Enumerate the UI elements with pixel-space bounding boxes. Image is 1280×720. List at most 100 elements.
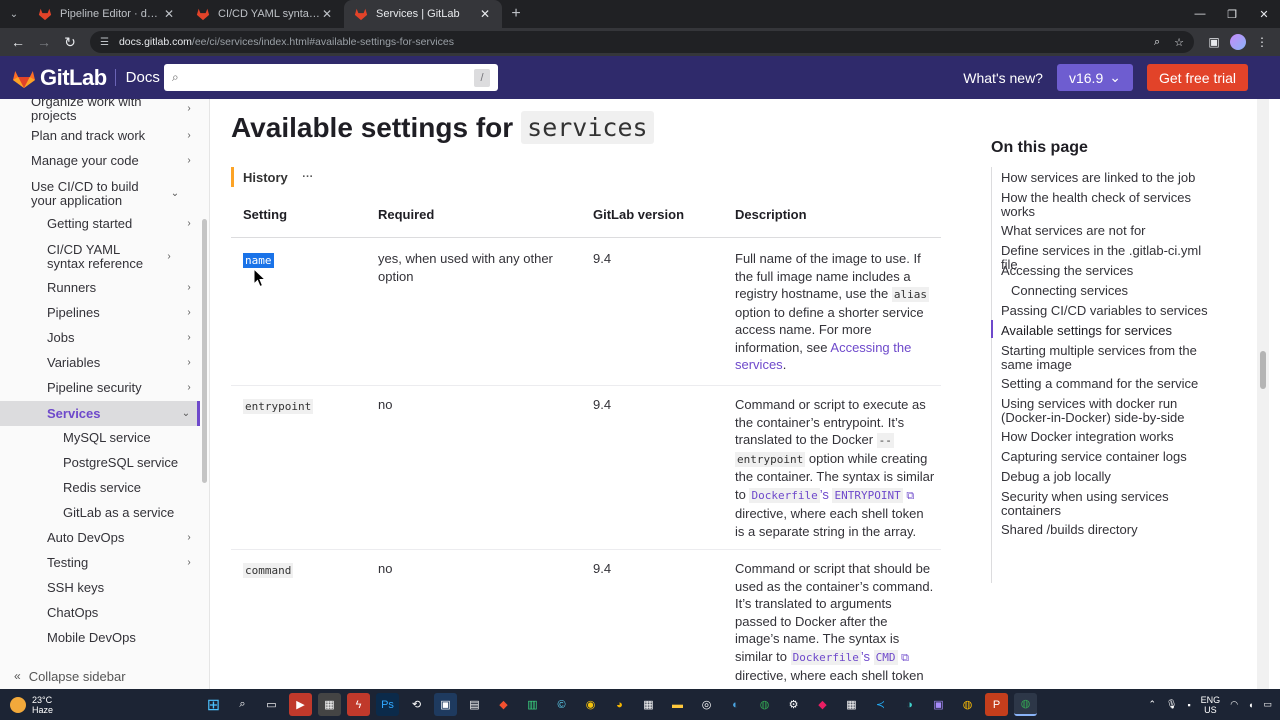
menu-kebab-icon[interactable]: ⋮ — [1250, 30, 1274, 54]
chevron-right-icon[interactable]: › — [178, 331, 200, 345]
wifi-icon[interactable]: ◠ — [1230, 699, 1238, 710]
sidebar-item-postgresql[interactable]: PostgreSQL service — [0, 456, 200, 470]
app-icon[interactable]: ⚙ — [782, 693, 805, 716]
toc-item[interactable]: Passing CI/CD variables to services — [1001, 304, 1221, 318]
file-explorer-icon[interactable]: ▬ — [666, 693, 689, 716]
tab-close-icon[interactable]: ✕ — [478, 7, 492, 21]
sidebar-item-use-cicd[interactable]: Use CI/CD to build your application ⌄ — [0, 180, 200, 208]
whats-new-link[interactable]: What's new? — [963, 70, 1043, 86]
app-icon[interactable]: © — [550, 693, 573, 716]
sidebar-item-auto-devops[interactable]: Auto DevOps › — [0, 531, 200, 545]
docs-search[interactable]: ⌕ / — [164, 64, 498, 91]
accessing-services-link[interactable]: services — [735, 357, 783, 372]
sidebar-item-pipelines[interactable]: Pipelines › — [0, 306, 200, 320]
toc-item[interactable]: What services are not for — [1001, 224, 1221, 238]
sidebar-item-redis[interactable]: Redis service — [0, 481, 200, 495]
browser-tab-yaml-reference[interactable]: CI/CD YAML syntax reference | G ✕ — [186, 0, 344, 28]
accessing-services-link[interactable]: Accessing the — [830, 340, 911, 355]
sidebar-item-getting-started[interactable]: Getting started › — [0, 217, 200, 231]
collapse-sidebar-button[interactable]: « Collapse sidebar — [0, 663, 209, 689]
toc-item[interactable]: Security when using services containers — [1001, 490, 1221, 517]
history-panel[interactable]: History ··· — [231, 167, 318, 187]
sidebar-item-runners[interactable]: Runners › — [0, 281, 200, 295]
browser-tab-pipeline-editor[interactable]: Pipeline Editor · demos-group / ✕ — [28, 0, 186, 28]
gitlab-logo[interactable]: GitLab Docs — [12, 65, 160, 91]
tab-close-icon[interactable]: ✕ — [162, 7, 176, 21]
search-icon[interactable]: ⌕ — [231, 693, 254, 716]
new-tab-button[interactable]: + — [502, 0, 530, 28]
address-bar[interactable]: ☰ docs.gitlab.com/ee/ci/services/index.h… — [90, 31, 1194, 53]
toc-item[interactable]: How the health check of services works — [1001, 191, 1221, 218]
chrome-icon[interactable]: ◍ — [956, 693, 979, 716]
zoom-icon[interactable]: ⌕ — [1154, 36, 1160, 49]
toc-item[interactable]: How Docker integration works — [1001, 430, 1221, 444]
chevron-right-icon[interactable]: › — [178, 129, 200, 143]
chevron-right-icon[interactable]: › — [178, 306, 200, 320]
git-icon[interactable]: ◆ — [492, 693, 515, 716]
windows-start-icon[interactable]: ⊞ — [202, 693, 225, 716]
chevron-right-icon[interactable]: › — [178, 356, 200, 370]
sidebar-item-services[interactable]: Services ⌄ — [0, 401, 200, 426]
sidebar-item-pipeline-security[interactable]: Pipeline security › — [0, 381, 200, 395]
language-indicator[interactable]: ENG US — [1201, 695, 1221, 715]
toc-item[interactable]: Capturing service container logs — [1001, 450, 1221, 464]
sidebar-item-ssh-keys[interactable]: SSH keys — [0, 581, 200, 595]
github-icon[interactable]: ◎ — [695, 693, 718, 716]
toc-item-current[interactable]: Available settings for services — [1001, 324, 1221, 338]
powerpoint-icon[interactable]: P — [985, 693, 1008, 716]
app-icon[interactable]: ▶ — [289, 693, 312, 716]
app-icon[interactable]: ◐ — [724, 693, 747, 716]
search-input[interactable] — [184, 70, 474, 85]
sidebar-item-mysql[interactable]: MySQL service — [0, 431, 200, 445]
sidebar-item-jobs[interactable]: Jobs › — [0, 331, 200, 345]
sidebar-item-testing[interactable]: Testing › — [0, 556, 200, 570]
app-icon[interactable]: ⟲ — [405, 693, 428, 716]
profile-avatar[interactable] — [1226, 30, 1250, 54]
app-icon[interactable]: ◉ — [579, 693, 602, 716]
app-icon[interactable]: ▦ — [840, 693, 863, 716]
page-scrollbar[interactable] — [1257, 99, 1269, 689]
close-window-icon[interactable]: ✕ — [1248, 0, 1280, 28]
tray-overflow-icon[interactable]: ⌃ — [1148, 699, 1156, 710]
battery-icon[interactable]: ▭ — [1263, 699, 1272, 710]
chrome-icon[interactable]: ◍ — [753, 693, 776, 716]
expand-history-button[interactable]: ··· — [298, 170, 318, 184]
sidepanel-icon[interactable]: ▣ — [1202, 30, 1226, 54]
app-icon[interactable]: ◆ — [811, 693, 834, 716]
page-scrollbar-thumb[interactable] — [1260, 351, 1266, 389]
chevron-right-icon[interactable]: › — [178, 281, 200, 295]
chevron-down-icon[interactable]: ⌄ — [175, 407, 197, 421]
minimize-icon[interactable]: — — [1184, 0, 1216, 28]
toc-item[interactable]: Setting a command for the service — [1001, 377, 1221, 391]
sidebar-item-organize-work[interactable]: Organize work with projects › — [0, 99, 200, 123]
app-icon[interactable]: ▤ — [463, 693, 486, 716]
chevron-down-icon[interactable]: ⌄ — [164, 187, 186, 201]
browser-tab-services[interactable]: Services | GitLab ✕ — [344, 0, 502, 28]
tab-close-icon[interactable]: ✕ — [320, 7, 334, 21]
chevron-right-icon[interactable]: › — [178, 217, 200, 231]
app-icon[interactable]: ▥ — [521, 693, 544, 716]
restore-icon[interactable]: ❐ — [1216, 0, 1248, 28]
sidebar-item-plan-and-track[interactable]: Plan and track work › — [0, 129, 200, 143]
sidebar-item-manage-code[interactable]: Manage your code › — [0, 154, 200, 168]
edge-icon[interactable]: ◑ — [898, 693, 921, 716]
mic-icon[interactable]: 🎙︎ — [1166, 699, 1177, 710]
sidebar-item-variables[interactable]: Variables › — [0, 356, 200, 370]
sidebar-item-yaml-syntax[interactable]: CI/CD YAML syntax reference › — [0, 243, 200, 271]
app-tray-icon[interactable]: ▪ — [1187, 700, 1190, 710]
calculator-icon[interactable]: ▦ — [318, 693, 341, 716]
toc-subitem[interactable]: Connecting services — [1011, 284, 1231, 298]
toc-item[interactable]: How services are linked to the job — [1001, 171, 1221, 185]
app-icon[interactable]: ▦ — [637, 693, 660, 716]
free-trial-button[interactable]: Get free trial — [1146, 64, 1248, 91]
back-icon[interactable]: ← — [6, 30, 30, 54]
tab-search-icon[interactable]: ⌄ — [0, 0, 28, 28]
toc-item[interactable]: Accessing the services — [1001, 264, 1221, 278]
sidebar-item-mobile-devops[interactable]: Mobile DevOps — [0, 631, 200, 645]
version-dropdown[interactable]: v16.9 ⌄ — [1056, 64, 1133, 91]
dockerfile-cmd-link[interactable]: Dockerfile’s CMD — [790, 649, 898, 665]
chevron-right-icon[interactable]: › — [178, 381, 200, 395]
sidebar-item-gitlab-as-service[interactable]: GitLab as a service — [0, 506, 200, 520]
app-icon[interactable]: ▣ — [927, 693, 950, 716]
reload-icon[interactable]: ↻ — [58, 30, 82, 54]
